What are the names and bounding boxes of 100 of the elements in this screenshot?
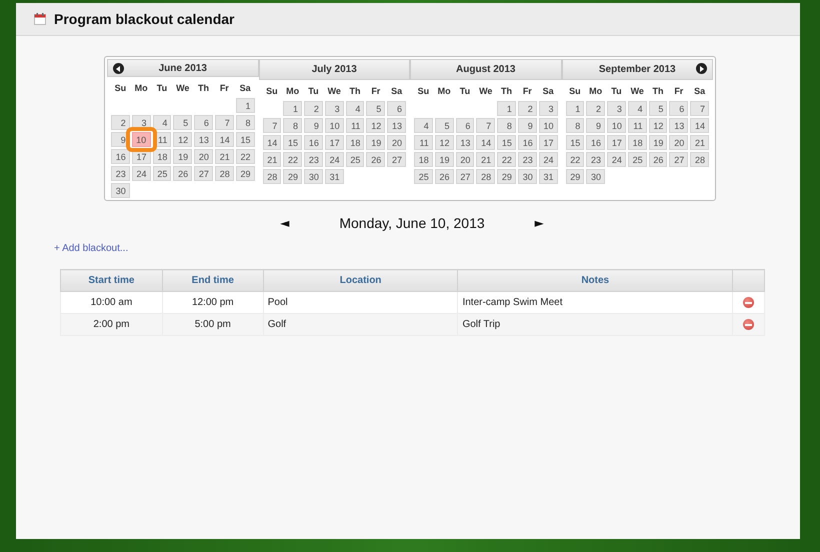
calendar-day[interactable]: 26: [173, 166, 192, 181]
calendar-day[interactable]: 5: [648, 101, 668, 116]
calendar-day[interactable]: 20: [456, 152, 474, 167]
calendar-day[interactable]: 27: [194, 166, 213, 181]
calendar-day[interactable]: 19: [434, 152, 454, 167]
calendar-day[interactable]: 4: [152, 115, 172, 130]
calendar-day[interactable]: 16: [586, 135, 606, 150]
calendar-day[interactable]: 20: [194, 149, 213, 164]
calendar-day[interactable]: 8: [283, 118, 302, 133]
calendar-day[interactable]: 24: [538, 152, 558, 167]
calendar-day[interactable]: 7: [262, 118, 282, 133]
calendar-day[interactable]: 28: [262, 169, 282, 184]
calendar-day[interactable]: 21: [690, 135, 709, 150]
calendar-day[interactable]: 10: [607, 118, 626, 133]
calendar-day[interactable]: 30: [304, 169, 323, 184]
calendar-day[interactable]: 30: [111, 183, 130, 198]
calendar-day[interactable]: 26: [366, 152, 386, 167]
calendar-day[interactable]: 21: [476, 152, 496, 167]
calendar-day[interactable]: 22: [497, 152, 516, 167]
calendar-day[interactable]: 23: [111, 166, 130, 181]
calendar-day[interactable]: 3: [607, 101, 626, 116]
calendar-day[interactable]: 1: [236, 98, 254, 113]
calendar-day[interactable]: 15: [236, 132, 254, 147]
calendar-day[interactable]: 15: [497, 135, 516, 150]
remove-button[interactable]: [743, 297, 754, 308]
remove-button[interactable]: [743, 319, 754, 330]
calendar-day[interactable]: 21: [214, 149, 234, 164]
calendar-day[interactable]: 28: [214, 166, 234, 181]
calendar-day[interactable]: 23: [304, 152, 323, 167]
calendar-day[interactable]: 13: [456, 135, 474, 150]
calendar-day[interactable]: 11: [414, 135, 433, 150]
calendar-day[interactable]: 12: [648, 118, 668, 133]
calendar-day[interactable]: 24: [132, 166, 151, 181]
calendar-day[interactable]: 29: [236, 166, 254, 181]
calendar-day[interactable]: 15: [566, 135, 584, 150]
calendar-day[interactable]: 11: [628, 118, 647, 133]
calendar-day[interactable]: 20: [669, 135, 688, 150]
calendar-day[interactable]: 7: [214, 115, 234, 130]
calendar-day[interactable]: 12: [173, 132, 192, 147]
calendar-day[interactable]: 31: [324, 169, 344, 184]
calendar-day[interactable]: 28: [476, 169, 496, 184]
calendar-day[interactable]: 16: [111, 149, 130, 164]
calendar-day[interactable]: 20: [387, 135, 406, 150]
calendar-day[interactable]: 1: [497, 101, 516, 116]
calendar-day[interactable]: 30: [586, 169, 606, 184]
calendar-day[interactable]: 18: [346, 135, 364, 150]
calendar-day[interactable]: 12: [434, 135, 454, 150]
calendar-day[interactable]: 11: [346, 118, 364, 133]
calendar-day[interactable]: 27: [669, 152, 688, 167]
calendar-day[interactable]: 18: [152, 149, 172, 164]
calendar-day[interactable]: 17: [538, 135, 558, 150]
calendar-day[interactable]: 10: [324, 118, 344, 133]
next-day-button[interactable]: ►: [534, 216, 544, 230]
calendar-day[interactable]: 14: [214, 132, 234, 147]
calendar-day[interactable]: 1: [283, 101, 302, 116]
calendar-day[interactable]: 23: [518, 152, 537, 167]
calendar-day[interactable]: 8: [566, 118, 584, 133]
calendar-day[interactable]: 28: [690, 152, 709, 167]
calendar-day[interactable]: 4: [414, 118, 433, 133]
calendar-day[interactable]: 27: [387, 152, 406, 167]
previous-month-button[interactable]: [113, 63, 124, 74]
calendar-day[interactable]: 12: [366, 118, 386, 133]
previous-day-button[interactable]: ◄: [280, 216, 290, 230]
calendar-day[interactable]: 14: [690, 118, 709, 133]
calendar-day[interactable]: 2: [586, 101, 606, 116]
calendar-day[interactable]: 16: [304, 135, 323, 150]
calendar-day[interactable]: 5: [434, 118, 454, 133]
calendar-day[interactable]: 14: [476, 135, 496, 150]
calendar-day[interactable]: 9: [304, 118, 323, 133]
calendar-day[interactable]: 27: [456, 169, 474, 184]
calendar-day[interactable]: 13: [194, 132, 213, 147]
calendar-day[interactable]: 18: [628, 135, 647, 150]
calendar-day[interactable]: 9: [586, 118, 606, 133]
calendar-day[interactable]: 13: [669, 118, 688, 133]
calendar-day[interactable]: 29: [566, 169, 584, 184]
calendar-day[interactable]: 5: [173, 115, 192, 130]
calendar-day[interactable]: 2: [111, 115, 130, 130]
calendar-day[interactable]: 7: [476, 118, 496, 133]
calendar-day[interactable]: 3: [538, 101, 558, 116]
calendar-day[interactable]: 2: [518, 101, 537, 116]
calendar-day[interactable]: 22: [283, 152, 302, 167]
calendar-day[interactable]: 14: [262, 135, 282, 150]
calendar-day[interactable]: 10: [132, 132, 151, 147]
calendar-day[interactable]: 4: [628, 101, 647, 116]
calendar-day[interactable]: 6: [194, 115, 213, 130]
calendar-day[interactable]: 26: [648, 152, 668, 167]
calendar-day[interactable]: 13: [387, 118, 406, 133]
calendar-day[interactable]: 23: [586, 152, 606, 167]
calendar-day[interactable]: 26: [434, 169, 454, 184]
calendar-day[interactable]: 17: [324, 135, 344, 150]
calendar-day[interactable]: 9: [518, 118, 537, 133]
calendar-day[interactable]: 4: [346, 101, 364, 116]
calendar-day[interactable]: 19: [366, 135, 386, 150]
calendar-day[interactable]: 2: [304, 101, 323, 116]
calendar-day[interactable]: 31: [538, 169, 558, 184]
calendar-day[interactable]: 10: [538, 118, 558, 133]
calendar-day[interactable]: 1: [566, 101, 584, 116]
calendar-day[interactable]: 25: [152, 166, 172, 181]
calendar-day[interactable]: 19: [648, 135, 668, 150]
calendar-day[interactable]: 15: [283, 135, 302, 150]
